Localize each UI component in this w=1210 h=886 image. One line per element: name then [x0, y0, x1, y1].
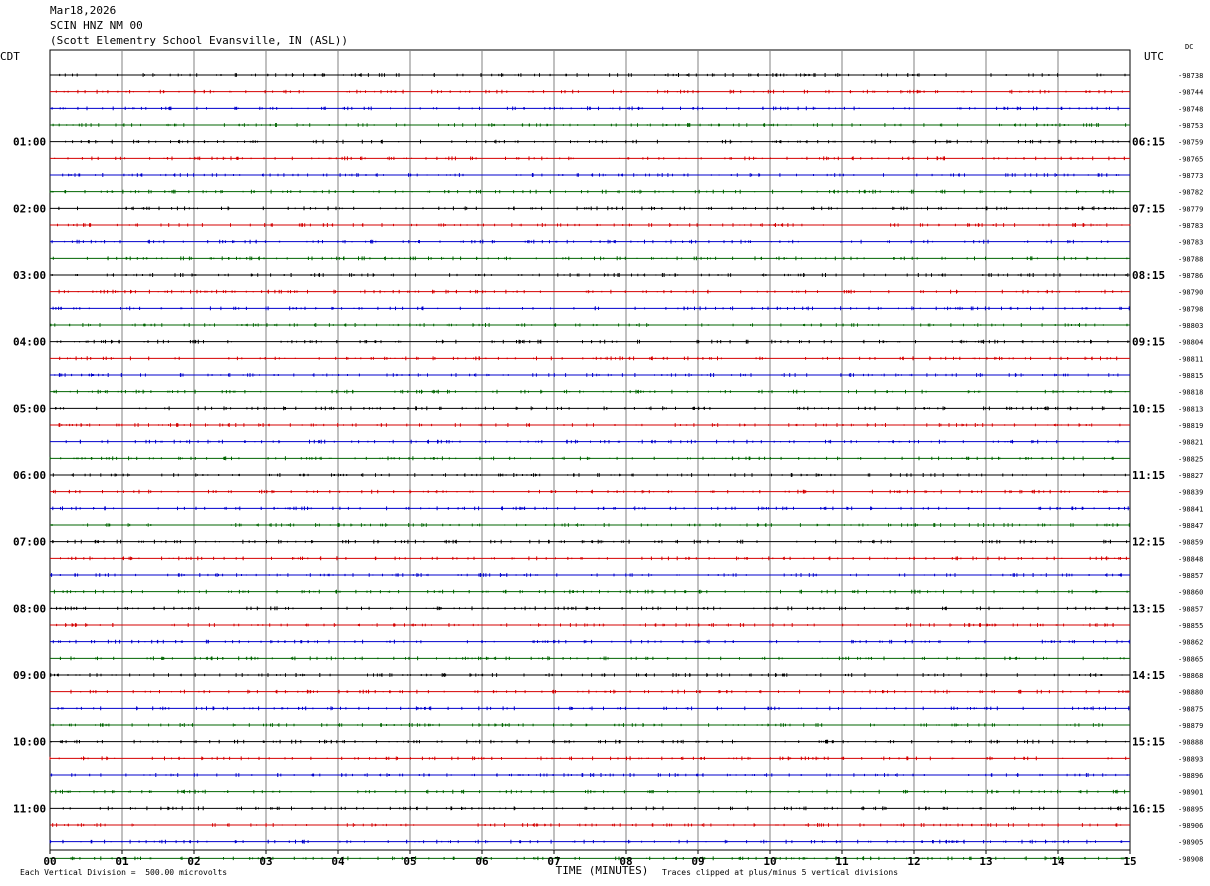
dc-offset-label: -98815 — [1178, 372, 1203, 380]
cdt-hour-label: 04:00 — [13, 336, 46, 349]
x-axis-title: TIME (MINUTES) — [556, 864, 649, 877]
dc-header: DC — [1185, 43, 1193, 51]
dc-offset-label: -98748 — [1178, 105, 1203, 113]
dc-offset-label: -98803 — [1178, 322, 1203, 330]
dc-offset-label: -98804 — [1178, 339, 1203, 347]
dc-offset-label: -98875 — [1178, 705, 1203, 713]
cdt-hour-label: 09:00 — [13, 669, 46, 682]
x-tick-label: 14 — [1051, 855, 1065, 868]
x-tick-label: 06 — [475, 855, 489, 868]
cdt-hour-label: 11:00 — [13, 802, 46, 815]
utc-hour-label: 16:15 — [1132, 802, 1165, 815]
dc-offset-label: -98908 — [1178, 855, 1203, 863]
utc-hour-label: 09:15 — [1132, 336, 1165, 349]
dc-offset-label: -98862 — [1178, 639, 1203, 647]
dc-offset-label: -98783 — [1178, 222, 1203, 230]
cdt-hour-label: 02:00 — [13, 202, 46, 215]
dc-offset-label: -98868 — [1178, 672, 1203, 680]
dc-offset-label: -98773 — [1178, 172, 1203, 180]
utc-hour-label: 13:15 — [1132, 602, 1165, 615]
utc-hour-label: 10:15 — [1132, 402, 1165, 415]
dc-offset-label: -98859 — [1178, 539, 1203, 547]
x-tick-label: 09 — [691, 855, 704, 868]
dc-offset-label: -98901 — [1178, 789, 1203, 797]
x-tick-label: 11 — [835, 855, 849, 868]
dc-offset-label: -98811 — [1178, 355, 1203, 363]
utc-hour-label: 06:15 — [1132, 136, 1165, 149]
x-tick-label: 10 — [763, 855, 776, 868]
x-tick-label: 00 — [43, 855, 56, 868]
cdt-hour-label: 07:00 — [13, 536, 46, 549]
cdt-axis-label: CDT — [0, 50, 20, 63]
utc-hour-label: 07:15 — [1132, 202, 1165, 215]
utc-axis-label: UTC — [1144, 50, 1164, 63]
dc-offset-label: -98825 — [1178, 455, 1203, 463]
dc-offset-label: -98819 — [1178, 422, 1203, 430]
clip-note: Traces clipped at plus/minus 5 vertical … — [662, 868, 899, 877]
dc-offset-label: -98857 — [1178, 572, 1203, 580]
x-tick-label: 01 — [115, 855, 129, 868]
dc-offset-label: -98783 — [1178, 239, 1203, 247]
dc-offset-label: -98818 — [1178, 389, 1203, 397]
dc-offset-label: -98847 — [1178, 522, 1203, 530]
dc-offset-label: -98827 — [1178, 472, 1203, 480]
dc-offset-label: -98782 — [1178, 189, 1203, 197]
utc-hour-label: 15:15 — [1132, 736, 1165, 749]
dc-offset-label: -98839 — [1178, 489, 1203, 497]
cdt-hour-label: 08:00 — [13, 602, 46, 615]
plot-frame — [49, 49, 1131, 851]
dc-offset-label: -98857 — [1178, 605, 1203, 613]
dc-offset-label: -98779 — [1178, 205, 1203, 213]
dc-offset-label: -98798 — [1178, 305, 1203, 313]
dc-offset-label: -98865 — [1178, 655, 1203, 663]
dc-offset-label: -98841 — [1178, 505, 1203, 513]
dc-offset-label: -98905 — [1178, 839, 1203, 847]
dc-offset-label: -98855 — [1178, 622, 1203, 630]
x-tick-label: 04 — [331, 855, 345, 868]
helicorder-plot: -98738 -98744 -98748 -98753 -98759 -98765 -987… — [0, 43, 1203, 877]
cdt-hour-label: 05:00 — [13, 402, 46, 415]
dc-offset-label: -98893 — [1178, 755, 1203, 763]
x-tick-label: 02 — [187, 855, 200, 868]
dc-offset-label: -98765 — [1178, 155, 1203, 163]
x-tick-label: 03 — [259, 855, 272, 868]
cdt-hour-label: 01:00 — [13, 136, 46, 149]
dc-offset-label: -98788 — [1178, 255, 1203, 263]
x-tick-label: 12 — [907, 855, 920, 868]
x-tick-label: 15 — [1123, 855, 1136, 868]
dc-offset-label: -98888 — [1178, 739, 1203, 747]
dc-offset-label: -98738 — [1178, 72, 1203, 80]
dc-offset-label: -98895 — [1178, 805, 1203, 813]
dc-offset-label: -98860 — [1178, 589, 1203, 597]
utc-hour-label: 14:15 — [1132, 669, 1165, 682]
dc-offset-label: -98896 — [1178, 772, 1203, 780]
cdt-hour-label: 10:00 — [13, 736, 46, 749]
cdt-hour-label: 03:00 — [13, 269, 46, 282]
dc-offset-label: -98753 — [1178, 122, 1203, 130]
utc-hour-label: 11:15 — [1132, 469, 1165, 482]
dc-offset-label: -98906 — [1178, 822, 1203, 830]
vertical-division-note: Each Vertical Division = 500.00 microvol… — [20, 868, 228, 877]
x-tick-label: 13 — [979, 855, 992, 868]
dc-offset-label: -98879 — [1178, 722, 1203, 730]
dc-offset-label: -98786 — [1178, 272, 1203, 280]
utc-hour-label: 08:15 — [1132, 269, 1165, 282]
cdt-hour-label: 06:00 — [13, 469, 46, 482]
dc-offset-label: -98821 — [1178, 439, 1203, 447]
dc-offset-label: -98790 — [1178, 289, 1203, 297]
dc-offset-label: -98813 — [1178, 405, 1203, 413]
dc-offset-label: -98848 — [1178, 555, 1203, 563]
dc-offset-label: -98744 — [1178, 89, 1203, 97]
x-tick-label: 05 — [403, 855, 416, 868]
utc-hour-label: 12:15 — [1132, 536, 1165, 549]
dc-offset-label: -98759 — [1178, 139, 1203, 147]
dc-offset-label: -98880 — [1178, 689, 1203, 697]
